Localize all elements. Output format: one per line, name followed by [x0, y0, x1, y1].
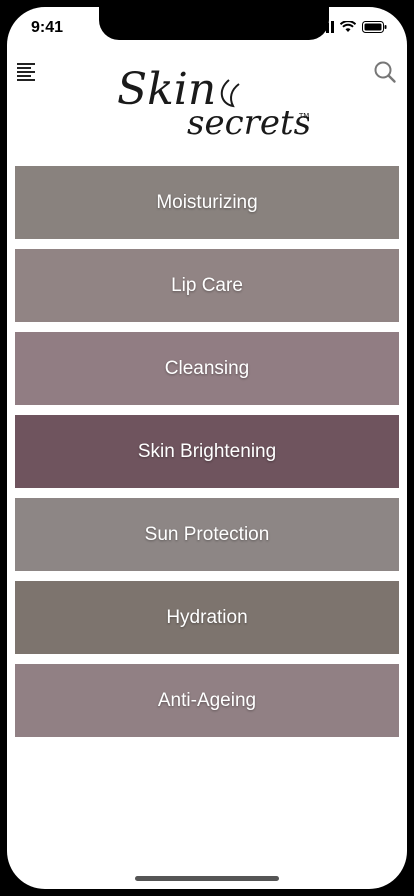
category-label: Skin Brightening: [137, 440, 277, 462]
logo-tm: TM: [298, 112, 309, 120]
battery-icon: [362, 21, 387, 33]
category-tile-hydration[interactable]: Hydration: [15, 581, 399, 654]
signal-icon: [316, 21, 334, 33]
category-label: Lip Care: [171, 274, 243, 296]
search-icon: [374, 61, 396, 83]
category-tile-skin-brightening[interactable]: Skin Brightening: [15, 415, 399, 488]
app-header: Skin secrets TM: [7, 52, 407, 152]
category-label: Moisturizing: [156, 191, 258, 213]
menu-icon: [17, 63, 35, 81]
home-indicator[interactable]: [135, 876, 279, 881]
menu-button[interactable]: [17, 62, 39, 82]
category-tile-sun-protection[interactable]: Sun Protection: [15, 498, 399, 571]
category-tile-cleansing[interactable]: Cleansing: [15, 332, 399, 405]
phone-frame: 9:41 Skin secrets TM Moisturizing Lip Ca…: [0, 0, 414, 896]
wifi-icon: [340, 21, 356, 32]
category-list: Moisturizing Lip Care Cleansing Skin Bri…: [15, 166, 399, 747]
category-label: Anti-Ageing: [157, 689, 257, 711]
status-time: 9:41: [31, 19, 64, 36]
category-tile-anti-ageing[interactable]: Anti-Ageing: [15, 664, 399, 737]
category-tile-lip-care[interactable]: Lip Care: [15, 249, 399, 322]
logo-line2: secrets: [187, 103, 309, 143]
category-label: Hydration: [166, 606, 248, 628]
search-button[interactable]: [373, 60, 397, 84]
category-label: Sun Protection: [144, 523, 270, 545]
category-tile-moisturizing[interactable]: Moisturizing: [15, 166, 399, 239]
device-notch: [99, 7, 329, 40]
brand-logo: Skin secrets TM: [109, 52, 311, 147]
status-icons: [316, 21, 387, 33]
category-label: Cleansing: [164, 357, 250, 379]
screen: 9:41 Skin secrets TM Moisturizing Lip Ca…: [7, 7, 407, 889]
skin-secrets-logo: Skin secrets TM: [117, 64, 311, 143]
